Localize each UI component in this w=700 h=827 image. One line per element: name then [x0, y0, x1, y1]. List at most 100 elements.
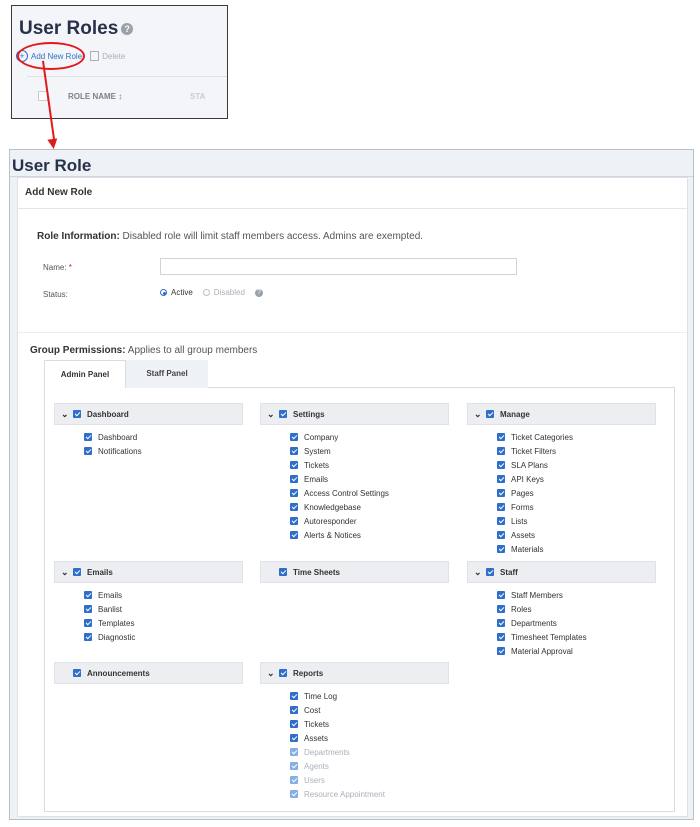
permission-item[interactable]: Staff Members — [467, 588, 656, 602]
permission-item[interactable]: Emails — [54, 588, 243, 602]
permission-item[interactable]: Ticket Filters — [467, 444, 656, 458]
name-input[interactable] — [160, 258, 517, 275]
permission-checkbox[interactable] — [497, 647, 505, 655]
permission-item[interactable]: Departments — [260, 745, 449, 759]
permission-item[interactable]: Ticket Categories — [467, 430, 656, 444]
permission-group-header[interactable]: ⌄ Reports — [260, 662, 449, 684]
tab-admin-panel[interactable]: Admin Panel — [44, 360, 126, 388]
permission-checkbox[interactable] — [497, 605, 505, 613]
permission-group-header[interactable]: ⌄ Settings — [260, 403, 449, 425]
group-checkbox[interactable] — [279, 568, 287, 576]
permission-checkbox[interactable] — [497, 619, 505, 627]
permission-checkbox[interactable] — [84, 433, 92, 441]
permission-item[interactable]: Alerts & Notices — [260, 528, 449, 542]
permission-group-header[interactable]: ⌄ Manage — [467, 403, 656, 425]
permission-checkbox[interactable] — [497, 433, 505, 441]
permission-item[interactable]: Lists — [467, 514, 656, 528]
permission-item[interactable]: Tickets — [260, 717, 449, 731]
permission-item[interactable]: Resource Appointment — [260, 787, 449, 801]
permission-checkbox[interactable] — [290, 475, 298, 483]
permission-checkbox[interactable] — [290, 461, 298, 469]
permission-item[interactable]: Banlist — [54, 602, 243, 616]
permission-checkbox[interactable] — [290, 692, 298, 700]
permission-checkbox[interactable] — [497, 475, 505, 483]
permission-item[interactable]: Pages — [467, 486, 656, 500]
permission-item[interactable]: Departments — [467, 616, 656, 630]
chevron-down-icon[interactable]: ⌄ — [267, 410, 279, 419]
permission-checkbox[interactable] — [84, 619, 92, 627]
permission-group-header[interactable]: ⌄ Emails — [54, 561, 243, 583]
column-role-name[interactable]: ROLE NAME ↕ — [68, 92, 122, 101]
permission-item[interactable]: Timesheet Templates — [467, 630, 656, 644]
permission-item[interactable]: Assets — [467, 528, 656, 542]
permission-checkbox[interactable] — [290, 720, 298, 728]
permission-checkbox[interactable] — [497, 461, 505, 469]
permission-item[interactable]: Agents — [260, 759, 449, 773]
chevron-down-icon[interactable]: ⌄ — [474, 410, 486, 419]
permission-checkbox[interactable] — [497, 503, 505, 511]
permission-checkbox[interactable] — [497, 517, 505, 525]
group-checkbox[interactable] — [279, 410, 287, 418]
group-checkbox[interactable] — [73, 568, 81, 576]
permission-checkbox[interactable] — [290, 706, 298, 714]
chevron-down-icon[interactable]: ⌄ — [474, 568, 486, 577]
permission-checkbox[interactable] — [290, 489, 298, 497]
permission-item[interactable]: Emails — [260, 472, 449, 486]
permission-item[interactable]: SLA Plans — [467, 458, 656, 472]
permission-checkbox[interactable] — [497, 531, 505, 539]
permission-checkbox[interactable] — [290, 531, 298, 539]
permission-item[interactable]: Time Log — [260, 689, 449, 703]
permission-group-header[interactable]: ⌄ Staff — [467, 561, 656, 583]
chevron-down-icon[interactable]: ⌄ — [61, 410, 73, 419]
permission-checkbox[interactable] — [290, 517, 298, 525]
permission-checkbox[interactable] — [497, 489, 505, 497]
permission-item[interactable]: Notifications — [54, 444, 243, 458]
chevron-down-icon[interactable]: ⌄ — [267, 669, 279, 678]
tab-staff-panel[interactable]: Staff Panel — [126, 360, 208, 388]
delete-button[interactable]: Delete — [102, 52, 125, 61]
permission-checkbox[interactable] — [290, 790, 298, 798]
permission-item[interactable]: Knowledgebase — [260, 500, 449, 514]
permission-checkbox[interactable] — [290, 433, 298, 441]
permission-checkbox[interactable] — [84, 605, 92, 613]
permission-checkbox[interactable] — [497, 633, 505, 641]
permission-group-header[interactable]: Time Sheets — [260, 561, 449, 583]
permission-item[interactable]: Company — [260, 430, 449, 444]
permission-item[interactable]: Autoresponder — [260, 514, 449, 528]
permission-checkbox[interactable] — [290, 776, 298, 784]
permission-item[interactable]: Users — [260, 773, 449, 787]
permission-checkbox[interactable] — [290, 734, 298, 742]
status-disabled-radio[interactable] — [202, 289, 210, 296]
permission-checkbox[interactable] — [84, 591, 92, 599]
permission-item[interactable]: Diagnostic — [54, 630, 243, 644]
status-disabled-label[interactable]: Disabled — [214, 288, 245, 297]
permission-item[interactable]: Access Control Settings — [260, 486, 449, 500]
help-icon[interactable]: ? — [121, 22, 134, 35]
permission-checkbox[interactable] — [84, 633, 92, 641]
permission-item[interactable]: Materials — [467, 542, 656, 556]
permission-checkbox[interactable] — [290, 447, 298, 455]
group-checkbox[interactable] — [279, 669, 287, 677]
permission-checkbox[interactable] — [84, 447, 92, 455]
status-active-label[interactable]: Active — [171, 288, 193, 297]
permission-item[interactable]: Cost — [260, 703, 449, 717]
permission-checkbox[interactable] — [290, 762, 298, 770]
permission-group-header[interactable]: ⌄ Dashboard — [54, 403, 243, 425]
permission-item[interactable]: Forms — [467, 500, 656, 514]
status-help-icon[interactable]: ? — [254, 288, 263, 297]
permission-checkbox[interactable] — [497, 447, 505, 455]
permission-item[interactable]: API Keys — [467, 472, 656, 486]
status-active-radio[interactable] — [160, 289, 167, 296]
permission-item[interactable]: Tickets — [260, 458, 449, 472]
column-status[interactable]: STA — [190, 92, 205, 101]
group-checkbox[interactable] — [73, 669, 81, 677]
permission-group-header[interactable]: Announcements — [54, 662, 243, 684]
permission-checkbox[interactable] — [290, 748, 298, 756]
permission-checkbox[interactable] — [497, 591, 505, 599]
group-checkbox[interactable] — [486, 410, 494, 418]
permission-item[interactable]: Dashboard — [54, 430, 243, 444]
chevron-down-icon[interactable]: ⌄ — [61, 568, 73, 577]
permission-checkbox[interactable] — [497, 545, 505, 553]
group-checkbox[interactable] — [73, 410, 81, 418]
permission-item[interactable]: Material Approval — [467, 644, 656, 658]
